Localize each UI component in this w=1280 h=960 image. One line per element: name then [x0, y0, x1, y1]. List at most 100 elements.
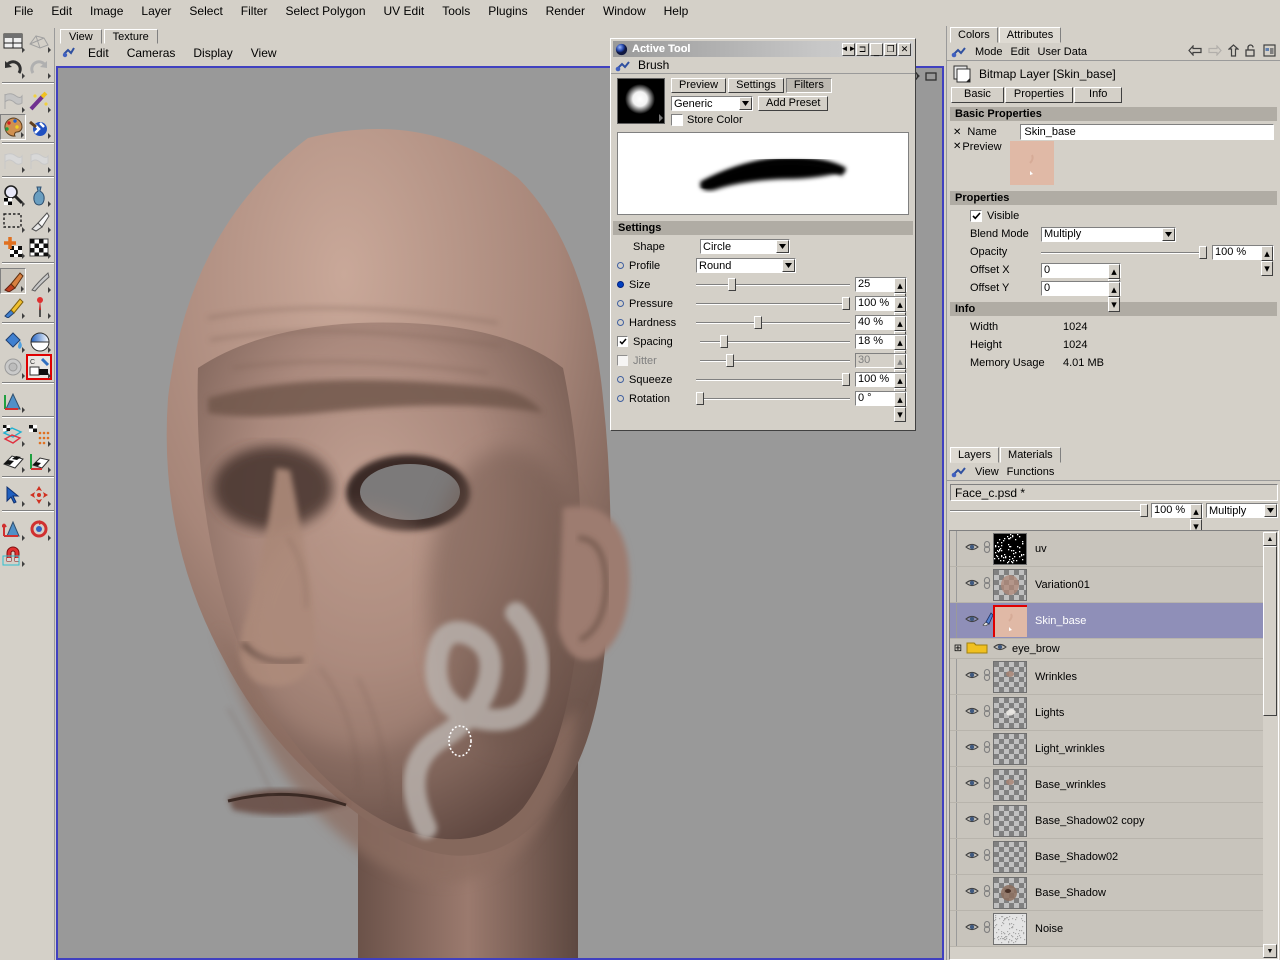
setting-spinner-hardness[interactable]: 40 %▴▾ — [855, 315, 907, 330]
visibility-icon[interactable] — [964, 778, 980, 791]
visibility-icon[interactable] — [964, 850, 980, 863]
layer-folder-row[interactable]: ⊞ eye_brow — [950, 639, 1264, 659]
brush-thumbnail[interactable] — [617, 78, 665, 124]
back-arrow-icon[interactable] — [1188, 45, 1202, 59]
visible-checkbox[interactable] — [970, 210, 982, 222]
visibility-icon[interactable] — [964, 578, 980, 591]
chevron-down-icon[interactable] — [739, 97, 752, 110]
setting-spinner-rotation[interactable]: 0 ° ▴ ▾ — [855, 391, 907, 406]
menu-edit[interactable]: Edit — [1011, 46, 1030, 58]
magic-wand-icon[interactable] — [26, 88, 52, 114]
layer-row[interactable]: Base_Shadow02 — [950, 839, 1264, 875]
chevron-down-icon[interactable] — [782, 259, 795, 272]
gradient-icon[interactable] — [26, 328, 52, 354]
flag-gray-icon[interactable] — [0, 88, 26, 114]
tab-materials[interactable]: Materials — [1000, 447, 1061, 463]
move-checker-icon[interactable] — [0, 234, 26, 260]
frame-icon[interactable] — [924, 69, 938, 83]
subtab-info[interactable]: Info — [1074, 87, 1122, 103]
visibility-icon[interactable] — [964, 670, 980, 683]
fill-bucket-icon[interactable] — [0, 328, 26, 354]
link-icon[interactable] — [980, 777, 993, 792]
smudge-icon[interactable] — [26, 268, 52, 294]
visibility-icon[interactable] — [992, 642, 1008, 655]
tab-attributes[interactable]: Attributes — [999, 27, 1061, 43]
chevron-down-icon[interactable] — [776, 240, 789, 253]
setting-marker-dot[interactable] — [617, 281, 624, 288]
layout-icon[interactable] — [1263, 44, 1276, 60]
layer-opacity-slider[interactable] — [950, 504, 1148, 517]
link-icon[interactable] — [980, 885, 993, 900]
chevron-down-icon[interactable] — [1264, 504, 1277, 517]
menu-uv-edit[interactable]: UV Edit — [375, 2, 434, 20]
mesh-wire-icon[interactable] — [26, 28, 52, 54]
offset-y-spinner[interactable]: 0 ▴ ▾ — [1041, 281, 1121, 296]
tab-preview[interactable]: Preview — [671, 78, 726, 93]
setting-slider-hardness[interactable] — [696, 316, 850, 329]
menu-user-data[interactable]: User Data — [1038, 46, 1088, 58]
flag-dim-a-icon[interactable] — [0, 148, 26, 174]
up-arrow-icon[interactable] — [1228, 44, 1239, 60]
preview-toggle-icon[interactable]: ✕ — [953, 141, 961, 152]
menu-filter[interactable]: Filter — [232, 2, 277, 20]
link-icon[interactable] — [980, 541, 993, 556]
setting-marker-ring[interactable] — [617, 376, 624, 383]
setting-slider-size[interactable] — [696, 278, 850, 291]
menu-edit[interactable]: Edit — [42, 2, 81, 20]
setting-marker-ring[interactable] — [617, 262, 624, 269]
paint-brush-icon[interactable] — [0, 268, 26, 294]
layer-row[interactable]: Base_wrinkles — [950, 767, 1264, 803]
layer-thumbnail[interactable] — [993, 605, 1027, 637]
layer-row[interactable]: Noise — [950, 911, 1264, 947]
uv-plane-icon[interactable] — [0, 448, 26, 474]
menu-help[interactable]: Help — [655, 2, 698, 20]
setting-marker-ring[interactable] — [617, 300, 624, 307]
opacity-spinner[interactable]: 100 % ▴ ▾ — [1212, 245, 1274, 260]
uv-points-icon[interactable] — [26, 422, 52, 448]
layer-opacity-spinner[interactable]: 100 % ▴ ▾ — [1151, 503, 1203, 518]
visibility-icon[interactable] — [964, 742, 980, 755]
setting-spinner-spacing[interactable]: 18 %▴▾ — [855, 334, 907, 349]
brush-white-icon[interactable] — [26, 208, 52, 234]
setting-spinner-squeeze[interactable]: 100 %▴▾ — [855, 372, 907, 387]
eyedropper-icon[interactable] — [0, 294, 26, 320]
scale-icon[interactable] — [0, 516, 26, 542]
setting-spinner-pressure[interactable]: 100 %▴▾ — [855, 296, 907, 311]
close-icon[interactable]: ✕ — [898, 43, 911, 56]
layer-row[interactable]: Variation01 — [950, 567, 1264, 603]
visibility-icon[interactable] — [964, 814, 980, 827]
add-preset-button[interactable]: Add Preset — [758, 96, 828, 111]
flag-dim-b-icon[interactable] — [26, 148, 52, 174]
layer-thumbnail[interactable] — [993, 533, 1027, 565]
setting-slider-squeeze[interactable] — [696, 373, 850, 386]
scroll-thumb[interactable] — [1263, 546, 1277, 716]
link-icon[interactable] — [980, 705, 993, 720]
uv-axis-icon[interactable] — [26, 448, 52, 474]
layer-row[interactable]: uv — [950, 531, 1264, 567]
setting-checkbox-spacing[interactable] — [617, 336, 628, 347]
link-icon[interactable] — [980, 813, 993, 828]
layer-row[interactable]: Skin_base — [950, 603, 1264, 639]
layer-thumbnail[interactable] — [993, 697, 1027, 729]
menu-layer[interactable]: Layer — [132, 2, 180, 20]
name-field[interactable]: Skin_base — [1020, 124, 1274, 140]
link-icon[interactable] — [980, 741, 993, 756]
menu-file[interactable]: File — [5, 2, 42, 20]
viewport-menu-display[interactable]: Display — [185, 45, 240, 61]
ring-gray-icon[interactable] — [0, 354, 26, 380]
pin-red-icon[interactable] — [26, 294, 52, 320]
menu-window[interactable]: Window — [594, 2, 655, 20]
tab-filters[interactable]: Filters — [786, 78, 832, 93]
viewport-menu-view[interactable]: View — [243, 45, 285, 61]
visibility-icon[interactable] — [964, 922, 980, 935]
layer-row[interactable]: Lights — [950, 695, 1264, 731]
setting-combo-shape[interactable]: Circle — [700, 239, 790, 254]
scroll-down-button[interactable]: ▼ — [1263, 944, 1277, 958]
texture-layer-icon[interactable]: C — [26, 354, 52, 380]
menu-view[interactable]: View — [975, 466, 999, 478]
menu-image[interactable]: Image — [81, 2, 132, 20]
setting-marker-ring[interactable] — [617, 319, 624, 326]
menu-render[interactable]: Render — [537, 2, 594, 20]
maximize-icon[interactable]: ❐ — [884, 43, 897, 56]
rotate-icon[interactable] — [26, 516, 52, 542]
